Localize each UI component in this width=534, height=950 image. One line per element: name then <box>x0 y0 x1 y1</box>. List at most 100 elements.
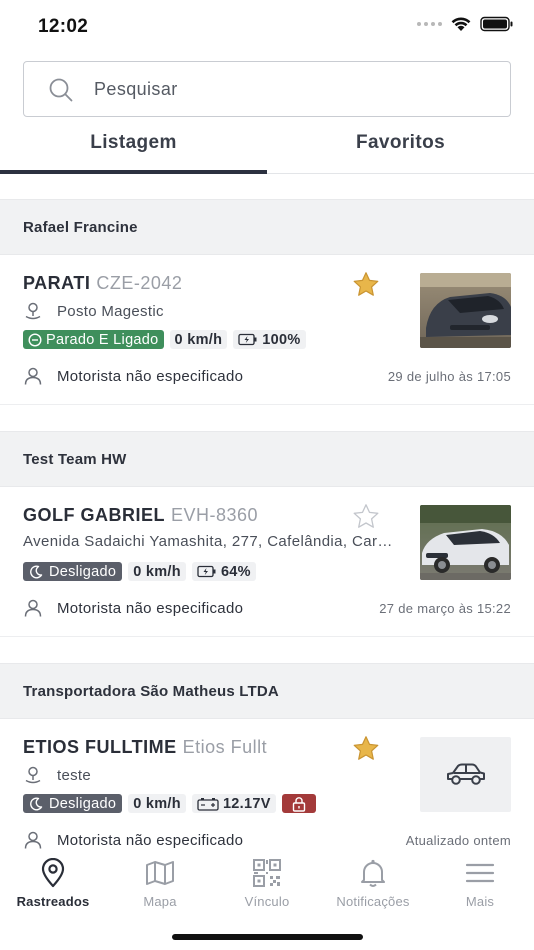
vehicle-title: PARATI CZE-2042 <box>23 273 182 294</box>
vehicle-status-chips: Parado E Ligado 0 km/h 100% <box>23 330 306 349</box>
vehicle-photo <box>420 505 511 580</box>
nav-label: Vínculo <box>244 894 290 909</box>
vehicle-card[interactable]: GOLF GABRIEL EVH-8360 Avenida Sadaichi Ya… <box>0 487 534 637</box>
user-icon <box>24 367 42 385</box>
car-icon <box>446 763 485 785</box>
driver-text: Motorista não especificado <box>57 831 244 849</box>
speed-badge: 0 km/h <box>128 794 186 813</box>
menu-icon <box>427 858 533 888</box>
status-label: Desligado <box>49 563 117 580</box>
moon-icon <box>30 796 43 810</box>
group-title: Transportadora São Matheus LTDA <box>23 683 279 700</box>
active-tab-indicator <box>0 170 267 174</box>
voltage-value: 12.17V <box>222 795 271 812</box>
search-icon <box>49 78 73 102</box>
vehicle-title: ETIOS FULLTIME Etios Fullt <box>23 737 267 758</box>
moon-icon <box>30 564 43 578</box>
lock-badge <box>281 794 316 813</box>
idle-engine-icon <box>28 332 42 347</box>
tab-favoritos[interactable]: Favoritos <box>267 120 534 174</box>
vehicle-status-chips: Desligado 0 km/h 64% <box>23 562 256 581</box>
location-pin-icon <box>0 858 106 888</box>
last-update: Atualizado ontem <box>405 833 511 848</box>
search-input[interactable]: Pesquisar <box>23 61 511 117</box>
bell-icon <box>320 858 426 888</box>
vehicle-location: teste <box>23 765 91 785</box>
status-icons <box>417 16 514 32</box>
search-placeholder: Pesquisar <box>94 79 178 99</box>
nav-label: Mapa <box>143 894 177 909</box>
driver-row: Motorista não especificado <box>23 366 243 386</box>
driver-row: Motorista não especificado <box>23 598 243 618</box>
voltage-badge: 12.17V <box>191 794 276 813</box>
vehicle-address: Avenida Sadaichi Yamashita, 277, Cafelân… <box>23 533 393 550</box>
qr-code-icon <box>214 858 320 888</box>
vehicle-name: ETIOS FULLTIME <box>23 737 177 757</box>
user-icon <box>24 831 42 849</box>
driver-text: Motorista não especificado <box>57 367 244 385</box>
status-label: Desligado <box>49 795 117 812</box>
group-header: Test Team HW <box>0 431 534 487</box>
battery-badge: 100% <box>233 330 306 349</box>
nav-vinculo[interactable]: Vínculo <box>214 858 320 909</box>
group-header: Rafael Francine <box>0 199 534 255</box>
last-update: 27 de março às 15:22 <box>379 601 511 616</box>
speed-badge: 0 km/h <box>128 562 186 581</box>
status-badge: Desligado <box>23 562 123 581</box>
nav-label: Rastreados <box>16 894 90 909</box>
battery-value: 100% <box>262 331 301 348</box>
tab-bar: Listagem Favoritos <box>0 120 534 174</box>
location-text: Posto Magestic <box>57 302 164 320</box>
map-icon <box>107 858 213 888</box>
favorite-star-outline-icon[interactable] <box>352 503 380 530</box>
home-indicator <box>172 934 363 940</box>
battery-value: 64% <box>220 563 251 580</box>
vehicle-plate: Etios Fullt <box>182 737 268 757</box>
nav-label: Mais <box>465 894 495 909</box>
nav-rastreados[interactable]: Rastreados <box>0 858 106 909</box>
group-title: Test Team HW <box>23 451 127 468</box>
vehicle-title: GOLF GABRIEL EVH-8360 <box>23 505 258 526</box>
group-header: Transportadora São Matheus LTDA <box>0 663 534 719</box>
status-time: 12:02 <box>38 16 89 37</box>
battery-badge: 64% <box>191 562 256 581</box>
vehicle-location: Posto Magestic <box>23 301 164 321</box>
battery-icon <box>480 16 513 32</box>
vehicle-name: PARATI <box>23 273 91 293</box>
location-marker-icon <box>25 302 41 320</box>
vehicle-photo <box>420 273 511 348</box>
last-update: 29 de julho às 17:05 <box>387 369 511 384</box>
lock-icon <box>292 796 305 812</box>
status-label: Parado E Ligado <box>46 331 159 348</box>
speed-badge: 0 km/h <box>169 330 228 349</box>
vehicle-plate: EVH-8360 <box>171 505 259 525</box>
vehicle-status-chips: Desligado 0 km/h 12.17V <box>23 794 316 813</box>
driver-text: Motorista não especificado <box>57 599 244 617</box>
vehicle-plate: CZE-2042 <box>96 273 183 293</box>
favorite-star-icon[interactable] <box>352 271 380 298</box>
vehicle-card[interactable]: ETIOS FULLTIME Etios Fullt teste Desligad… <box>0 719 534 869</box>
driver-row: Motorista não especificado <box>23 830 243 850</box>
bottom-nav: Rastreados Mapa Vínculo Notificações Mai… <box>0 852 534 922</box>
nav-label: Notificações <box>336 894 410 909</box>
vehicle-photo-placeholder <box>420 737 511 812</box>
battery-charge-icon <box>238 333 257 346</box>
status-badge: Desligado <box>23 794 123 813</box>
vehicle-card[interactable]: PARATI CZE-2042 Posto Magestic Parado E L… <box>0 255 534 405</box>
nav-notificacoes[interactable]: Notificações <box>320 858 426 909</box>
battery-charge-icon <box>197 565 216 578</box>
location-marker-icon <box>25 766 41 784</box>
status-badge: Parado E Ligado <box>23 330 164 349</box>
user-icon <box>24 599 42 617</box>
signal-icon <box>417 22 442 26</box>
group-title: Rafael Francine <box>23 219 138 236</box>
location-text: teste <box>57 766 92 784</box>
nav-mapa[interactable]: Mapa <box>107 858 213 909</box>
status-bar: 12:02 <box>0 0 534 54</box>
favorite-star-icon[interactable] <box>352 735 380 762</box>
tab-listagem[interactable]: Listagem <box>0 120 267 174</box>
wifi-icon <box>451 17 471 31</box>
car-battery-icon <box>197 797 219 811</box>
nav-mais[interactable]: Mais <box>427 858 533 909</box>
vehicle-name: GOLF GABRIEL <box>23 505 165 525</box>
